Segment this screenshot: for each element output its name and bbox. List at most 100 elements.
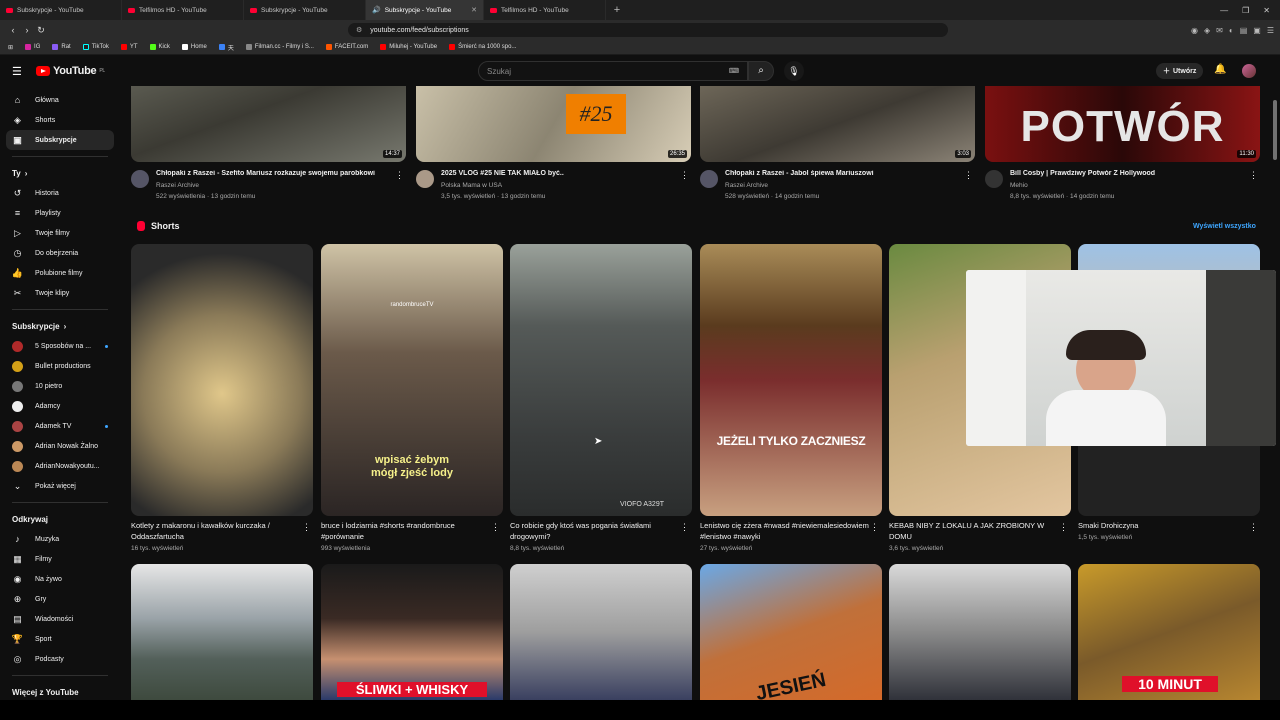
sidebar-item-playlists[interactable]: ≡ Playlisty: [6, 203, 114, 223]
sidebar-item-watch-later[interactable]: ◷ Do obejrzenia: [6, 243, 114, 263]
bookmark[interactable]: Miluhej - YouTube: [380, 44, 437, 50]
wallet-icon[interactable]: ▣: [1253, 26, 1261, 35]
maximize-icon[interactable]: ❐: [1242, 6, 1249, 15]
short-thumbnail[interactable]: JESIEŃ: [700, 564, 882, 700]
more-actions-icon[interactable]: ⋮: [1249, 522, 1258, 533]
short-title[interactable]: Co robicie gdy ktoś was pogania światłam…: [510, 520, 682, 542]
sidebar-item-music[interactable]: ♪ Muzyka: [6, 529, 114, 549]
show-more-button[interactable]: ⌄ Pokaż więcej: [6, 476, 114, 496]
more-actions-icon[interactable]: ⋮: [395, 170, 404, 181]
more-actions-icon[interactable]: ⋮: [680, 522, 689, 533]
short-thumbnail[interactable]: [510, 564, 692, 700]
page-scrollbar[interactable]: [1272, 90, 1278, 700]
sidebar-subscription[interactable]: AdrianNowakyoutu...: [6, 456, 114, 476]
sidebar-subscription[interactable]: 10 pietro: [6, 376, 114, 396]
video-thumbnail[interactable]: 14:37: [131, 86, 406, 162]
browser-tab[interactable]: Subskrypcje - YouTube: [244, 0, 366, 20]
more-actions-icon[interactable]: ⋮: [1249, 170, 1258, 181]
bookmark[interactable]: 天: [218, 43, 234, 52]
sidebar-item-home[interactable]: ⌂ Główna: [6, 90, 114, 110]
channel-avatar[interactable]: [985, 170, 1003, 188]
short-title[interactable]: Smaki Drohiczyna: [1078, 520, 1250, 531]
sidebar-item-podcasts[interactable]: ◎ Podcasty: [6, 649, 114, 669]
video-title[interactable]: Bill Cosby | Prawdziwy Potwór Z Hollywoo…: [1010, 170, 1250, 177]
channel-name[interactable]: Raszei Archive: [725, 182, 768, 189]
bookmark[interactable]: Home: [181, 44, 207, 50]
sidebar-item-gaming[interactable]: ⊕ Gry: [6, 589, 114, 609]
see-all-link[interactable]: Wyświetl wszystko: [1193, 223, 1256, 230]
sidebar-subscription[interactable]: Bullet productions: [6, 356, 114, 376]
site-info-icon[interactable]: ⚙: [356, 26, 362, 34]
bookmark[interactable]: YT: [120, 44, 138, 50]
short-thumbnail[interactable]: [131, 564, 313, 700]
short-thumbnail[interactable]: [889, 564, 1071, 700]
video-title[interactable]: Chłopaki z Raszei - Jabol śpiewa Mariusz…: [725, 170, 965, 177]
voice-search-button[interactable]: 🎙: [784, 61, 804, 81]
more-actions-icon[interactable]: ⋮: [1059, 522, 1068, 533]
search-button[interactable]: ⌕: [748, 61, 774, 81]
menu-icon[interactable]: ☰: [1267, 26, 1274, 35]
short-title[interactable]: bruce i lodziarnia #shorts #randombruce …: [321, 520, 493, 542]
notifications-bell-icon[interactable]: 🔔: [1214, 64, 1226, 75]
minimize-icon[interactable]: —: [1220, 6, 1228, 15]
close-window-icon[interactable]: ✕: [1263, 6, 1270, 15]
search-input[interactable]: Szukaj ⌨: [478, 61, 748, 81]
channel-avatar[interactable]: [416, 170, 434, 188]
create-button[interactable]: ＋ Utwórz: [1156, 63, 1204, 79]
reload-icon[interactable]: ↻: [34, 25, 48, 36]
sidebar-item-your-videos[interactable]: ▷ Twoje filmy: [6, 223, 114, 243]
sidebar-subscription[interactable]: Adrian Nowak Żalno: [6, 436, 114, 456]
bookmark[interactable]: IG: [25, 44, 40, 50]
section-subscriptions-header[interactable]: Subskrypcje ›: [6, 316, 114, 336]
channel-avatar[interactable]: [131, 170, 149, 188]
sidebar-item-sport[interactable]: 🏆 Sport: [6, 629, 114, 649]
bookmark[interactable]: Kick: [149, 44, 170, 50]
short-title[interactable]: Kotlety z makaronu i kawałków kurczaka /…: [131, 520, 303, 542]
close-tab-icon[interactable]: ✕: [471, 6, 477, 14]
channel-name[interactable]: Mehio: [1010, 182, 1028, 189]
sidebar-item-history[interactable]: ↺ Historia: [6, 183, 114, 203]
sidebar-item-subscriptions[interactable]: ▣ Subskrypcje: [6, 130, 114, 150]
bookmark[interactable]: TikTok: [82, 44, 109, 50]
sidebar-item-shorts[interactable]: ◈ Shorts: [6, 110, 114, 130]
channel-name[interactable]: Raszei Archive: [156, 182, 199, 189]
video-thumbnail[interactable]: 3:03: [700, 86, 975, 162]
bookmark[interactable]: Rat: [52, 44, 71, 50]
more-actions-icon[interactable]: ⋮: [680, 170, 689, 181]
scrollbar-thumb[interactable]: [1273, 100, 1277, 160]
sidebar-item-live[interactable]: ◉ Na żywo: [6, 569, 114, 589]
browser-tab[interactable]: Subskrypcje - YouTube: [0, 0, 122, 20]
browser-tab[interactable]: Telfilmos HD - YouTube: [122, 0, 244, 20]
browser-tab[interactable]: Telfilmos HD - YouTube: [484, 0, 606, 20]
back-icon[interactable]: ‹: [6, 25, 20, 35]
more-actions-icon[interactable]: ⋮: [302, 522, 311, 533]
short-thumbnail[interactable]: randombruceTV wpisać żebym mógł zjeść lo…: [321, 244, 503, 516]
youtube-logo[interactable]: YouTube PL: [36, 65, 105, 77]
video-title[interactable]: Chłopaki z Raszei - Szefito Mariusz rozk…: [156, 170, 396, 177]
sidebar-item-clips[interactable]: ✂ Twoje klipy: [6, 283, 114, 303]
short-thumbnail[interactable]: 10 MINUT: [1078, 564, 1260, 700]
extension-icon[interactable]: ◐: [1229, 26, 1234, 35]
sidebar-item-films[interactable]: ▦ Filmy: [6, 549, 114, 569]
video-thumbnail[interactable]: POTWÓR 11:30: [985, 86, 1260, 162]
url-field[interactable]: ⚙ youtube.com/feed/subscriptions: [348, 23, 948, 37]
more-actions-icon[interactable]: ⋮: [964, 170, 973, 181]
browser-tab-active[interactable]: 🔊 Subskrypcje - YouTube ✕: [366, 0, 484, 20]
extension-icon[interactable]: ◈: [1204, 26, 1210, 35]
account-avatar[interactable]: [1242, 64, 1256, 78]
short-thumbnail[interactable]: ŚLIWKI + WHISKY: [321, 564, 503, 700]
keyboard-icon[interactable]: ⌨: [729, 67, 739, 75]
short-thumbnail[interactable]: VIOFO A329T: [510, 244, 692, 516]
short-title[interactable]: KEBAB NIBY Z LOKALU A JAK ZROBIONY W DOM…: [889, 520, 1061, 542]
short-thumbnail[interactable]: [131, 244, 313, 516]
more-actions-icon[interactable]: ⋮: [870, 522, 879, 533]
bookmark[interactable]: Śmierć na 1000 spo...: [449, 44, 516, 50]
sidebar-toggle-icon[interactable]: ▤: [1240, 26, 1248, 35]
forward-icon[interactable]: ›: [20, 25, 34, 35]
more-actions-icon[interactable]: ⋮: [491, 522, 500, 533]
section-you-header[interactable]: Ty ›: [6, 163, 114, 183]
hamburger-menu-icon[interactable]: ☰: [12, 65, 36, 78]
new-tab-button[interactable]: +: [606, 4, 628, 16]
extension-icon[interactable]: ✉: [1216, 26, 1223, 35]
apps-icon[interactable]: ⊞: [8, 44, 13, 51]
